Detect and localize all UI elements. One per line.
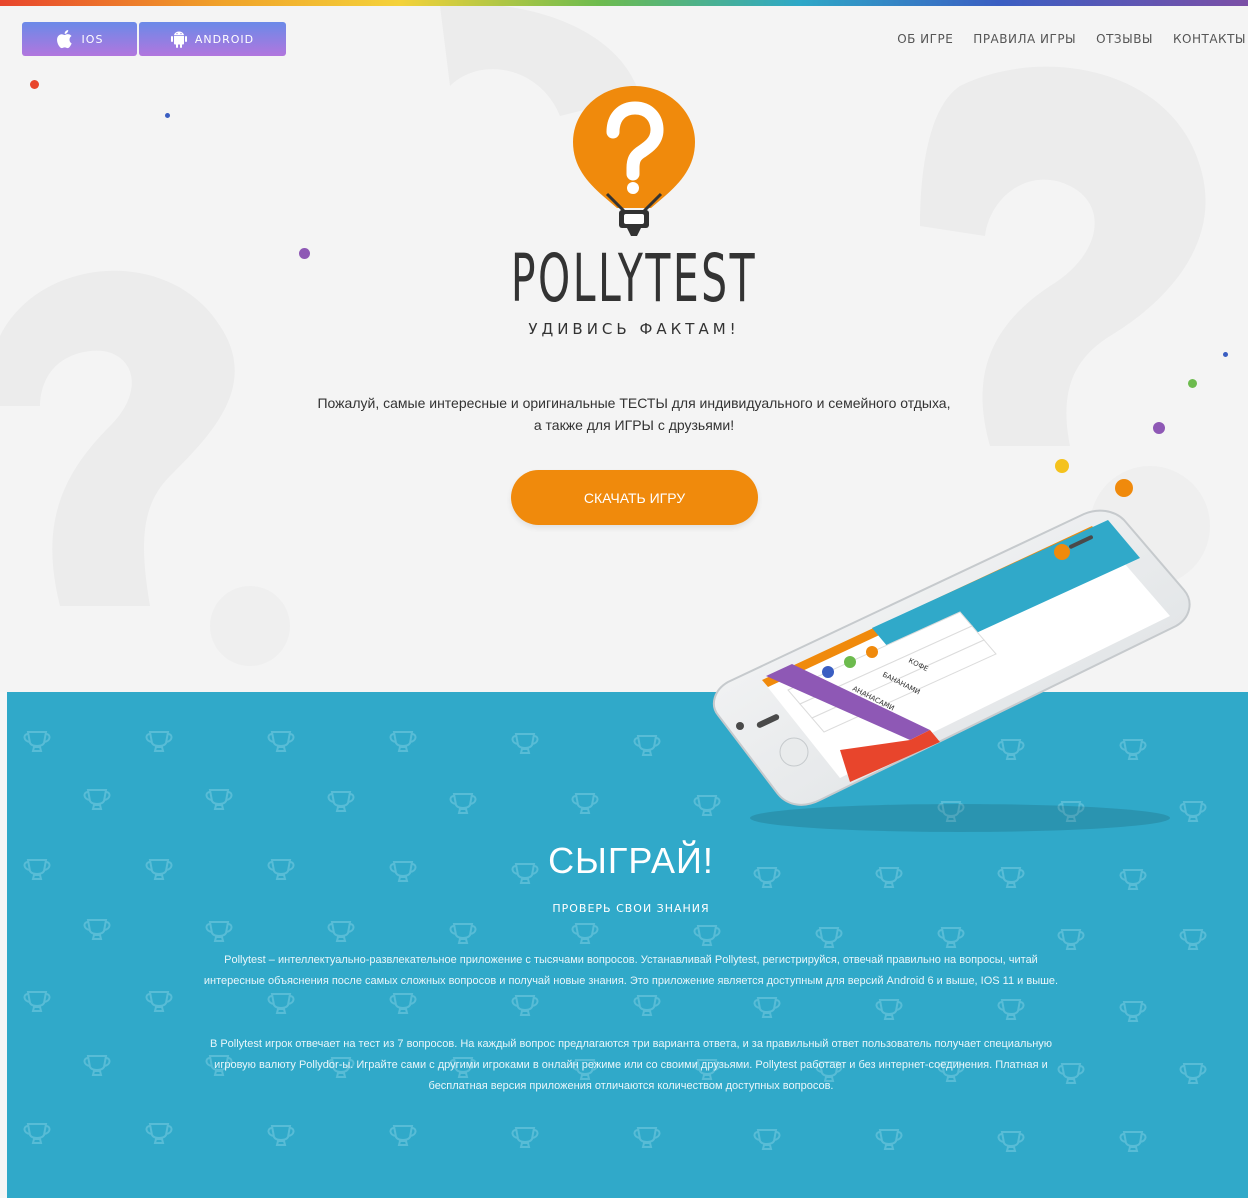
android-label: ANDROID <box>194 32 255 46</box>
nav-item-rules[interactable]: ПРАВИЛА ИГРЫ <box>973 32 1076 46</box>
intro-line-1: Пожалуй, самые интересные и оригинальные… <box>317 395 951 411</box>
android-icon <box>170 31 187 48</box>
decor-dot <box>1055 459 1069 473</box>
balloon-question-icon <box>573 86 695 236</box>
decor-dot <box>1115 479 1133 497</box>
decor-dot <box>1153 422 1165 434</box>
ios-download-button[interactable]: IOS <box>22 22 137 56</box>
intro-line-2: а также для ИГРЫ с друзьями! <box>533 417 735 433</box>
nav-item-contacts[interactable]: КОНТАКТЫ <box>1173 32 1246 46</box>
answer-a-badge <box>866 646 878 658</box>
decor-dot <box>1188 379 1197 388</box>
main-nav: ОБ ИГРЕ ПРАВИЛА ИГРЫ ОТЗЫВЫ КОНТАКТЫ <box>897 32 1246 46</box>
decor-dot <box>30 80 39 89</box>
screen-logo-badge <box>1054 544 1070 560</box>
brand-name: POLLYTEST <box>510 240 758 317</box>
about-paragraph-2: В Pollytest игрок отвечает на тест из 7 … <box>209 1038 1053 1092</box>
answer-b-badge <box>844 656 856 668</box>
apple-icon <box>56 30 72 49</box>
brand-tagline: УДИВИСЬ ФАКТАМ! <box>528 320 740 338</box>
about-paragraph-1: Pollytest – интеллектуально-развлекатель… <box>203 954 1059 987</box>
decor-dot <box>299 248 310 259</box>
play-subtitle: ПРОВЕРЬ СВОИ ЗНАНИЯ <box>552 902 710 915</box>
intro-text: Пожалуй, самые интересные и оригинальные… <box>284 392 984 436</box>
nav-item-about[interactable]: ОБ ИГРЕ <box>897 32 953 46</box>
ios-label: IOS <box>81 32 104 46</box>
decor-dot <box>1223 352 1228 357</box>
answer-c-badge <box>822 666 834 678</box>
android-download-button[interactable]: ANDROID <box>139 22 286 56</box>
play-title: СЫГРАЙ! <box>548 840 714 881</box>
decor-dot <box>165 113 170 118</box>
phone-mockup: КОФЕ БАНАНАМИ АНАНАСАМИ <box>712 509 1191 832</box>
nav-item-reviews[interactable]: ОТЗЫВЫ <box>1096 32 1153 46</box>
